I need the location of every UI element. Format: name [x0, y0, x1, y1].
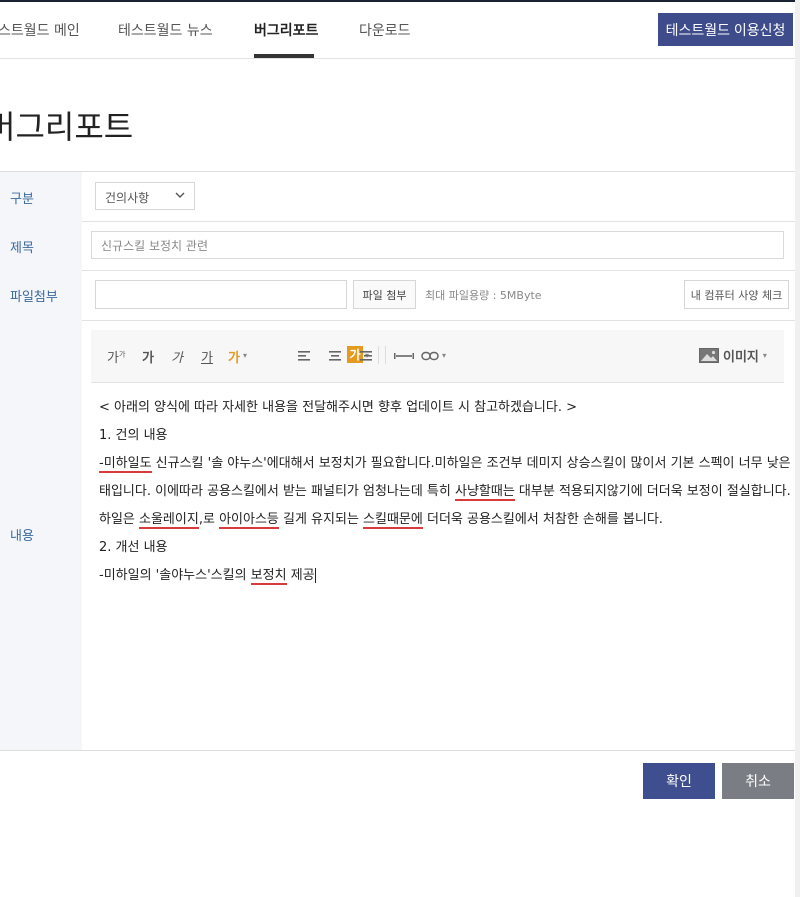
content-row: 내용 가가 가 가 가 가 ▾ 가 ▾ 이미지 ▾ < 아래의 양식에 따라 자…: [0, 320, 800, 750]
image-dropdown-icon: ▾: [762, 350, 767, 360]
scrollbar[interactable]: [795, 0, 800, 897]
nav-item-bugreport[interactable]: 버그리포트: [254, 20, 318, 40]
editor-text: 1. 건의 내용: [99, 428, 168, 443]
confirm-button[interactable]: 확인: [643, 763, 715, 799]
editor-text: 길게 유지되는: [278, 512, 364, 527]
spellcheck-word: 스킬때문에: [363, 512, 423, 529]
image-button-label: 이미지: [723, 349, 759, 365]
editor-text: 2. 개선 내용: [99, 540, 168, 555]
spellcheck-word: 보정치: [250, 568, 287, 585]
italic-button[interactable]: 가: [171, 347, 183, 366]
editor-toolbar: 가가 가 가 가 가 ▾ 가 ▾ 이미지 ▾: [91, 330, 784, 383]
spellcheck-word: -미하일도: [99, 456, 152, 473]
content-editor[interactable]: < 아래의 양식에 따라 자세한 내용을 전달해주시면 향후 업데이트 시 참고…: [99, 394, 800, 590]
horizontal-line-icon[interactable]: [394, 350, 414, 362]
attachment-label: 파일첨부: [10, 290, 58, 305]
editor-text: 대부분 적용되지않기에 더더욱 보정이 절실합니다. 미: [514, 484, 800, 499]
spellcheck-word: 사냥할때는: [454, 484, 515, 501]
bug-report-form: 구분 건의사항 제목 신규스킬 보정치 관련 파일첨부 파일 첨부 최대 파일용…: [0, 171, 800, 751]
editor-line: 하일은 소울레이지,로 아이아스등 길게 유지되는 스킬때문에 더더욱 공용스킬…: [99, 506, 779, 534]
editor-text: ,로: [198, 512, 220, 527]
top-nav: 스트월드 메인 테스트월드 뉴스 버그리포트 다운로드 테스트월드 이용신청: [0, 2, 795, 59]
editor-line: -미하일의 '솔야누스'스킬의 보정치 제공: [99, 562, 779, 590]
image-icon: [699, 347, 719, 363]
title-input[interactable]: 신규스킬 보정치 관련: [91, 231, 784, 259]
insert-image-button[interactable]: 이미지 ▾: [699, 344, 767, 366]
title-row: 제목 신규스킬 보정치 관련: [0, 221, 795, 271]
editor-line: 1. 건의 내용: [99, 422, 779, 450]
align-right-icon[interactable]: [358, 350, 372, 362]
editor-text: -미하일의 '솔야누스'스킬의: [99, 568, 251, 583]
category-select[interactable]: 건의사항: [95, 182, 195, 210]
editor-line: 2. 개선 내용: [99, 534, 779, 562]
nav-item-main[interactable]: 스트월드 메인: [0, 20, 80, 40]
text-cursor: [314, 568, 316, 583]
nav-item-download[interactable]: 다운로드: [359, 20, 411, 40]
editor-text: 신규스킬 '솔 야누스'에대해서 보정치가 필요합니다.미하일은 조건부 데미지…: [151, 456, 800, 471]
page-title: 버그리포트: [0, 108, 134, 146]
bold-button[interactable]: 가: [142, 347, 154, 366]
editor-line: -미하일도 신규스킬 '솔 야누스'에대해서 보정치가 필요합니다.미하일은 조…: [99, 450, 800, 478]
check-pc-spec-button[interactable]: 내 컴퓨터 사양 체크: [684, 280, 789, 309]
editor-text: 제공: [286, 568, 315, 583]
underline-button[interactable]: 가: [201, 347, 213, 366]
title-label: 제목: [10, 241, 34, 256]
font-size-label: 가: [107, 351, 119, 366]
toolbar-divider: [385, 346, 386, 364]
spellcheck-word: 아이아스등: [219, 512, 279, 529]
text-color-button[interactable]: 가: [228, 347, 240, 366]
active-tab-indicator: [254, 54, 314, 58]
apply-button[interactable]: 테스트월드 이용신청: [658, 13, 793, 46]
editor-line: < 아래의 양식에 따라 자세한 내용을 전달해주시면 향후 업데이트 시 참고…: [99, 394, 779, 422]
cancel-button[interactable]: 취소: [722, 763, 794, 799]
editor-line: 태입니다. 이에따라 공용스킬에서 받는 패널티가 엄청나는데 특히 사냥할때는…: [99, 478, 800, 506]
category-label: 구분: [10, 192, 34, 207]
max-file-size-note: 최대 파일용량 : 5MByte: [425, 289, 542, 302]
category-selected-value: 건의사항: [105, 191, 150, 205]
category-row: 구분 건의사항: [0, 172, 795, 222]
file-path-input[interactable]: [95, 280, 347, 309]
link-dropdown-icon[interactable]: ▾: [442, 351, 446, 360]
link-icon[interactable]: [421, 350, 441, 362]
text-color-dropdown-icon[interactable]: ▾: [243, 351, 247, 360]
font-size-button[interactable]: 가가: [107, 347, 125, 366]
align-left-icon[interactable]: [298, 350, 312, 362]
content-label: 내용: [10, 529, 34, 544]
attachment-row: 파일첨부 파일 첨부 최대 파일용량 : 5MByte 내 컴퓨터 사양 체크: [0, 270, 795, 321]
attach-file-button[interactable]: 파일 첨부: [353, 280, 416, 309]
editor-text: 하일은: [99, 512, 140, 527]
toolbar-divider: [378, 346, 379, 364]
editor-text: 태입니다. 이에따라 공용스킬에서 받는 패널티가 엄청나는데 특히: [99, 484, 455, 499]
chevron-down-icon: [175, 192, 185, 198]
spellcheck-word: 소울레이지: [139, 512, 199, 529]
align-center-icon[interactable]: [328, 350, 342, 362]
font-size-sup: 가: [118, 350, 126, 359]
editor-text: 더더욱 공용스킬에서 처참한 손해를 봅니다.: [422, 512, 663, 527]
editor-text: < 아래의 양식에 따라 자세한 내용을 전달해주시면 향후 업데이트 시 참고…: [99, 400, 578, 415]
nav-item-news[interactable]: 테스트월드 뉴스: [118, 20, 213, 40]
